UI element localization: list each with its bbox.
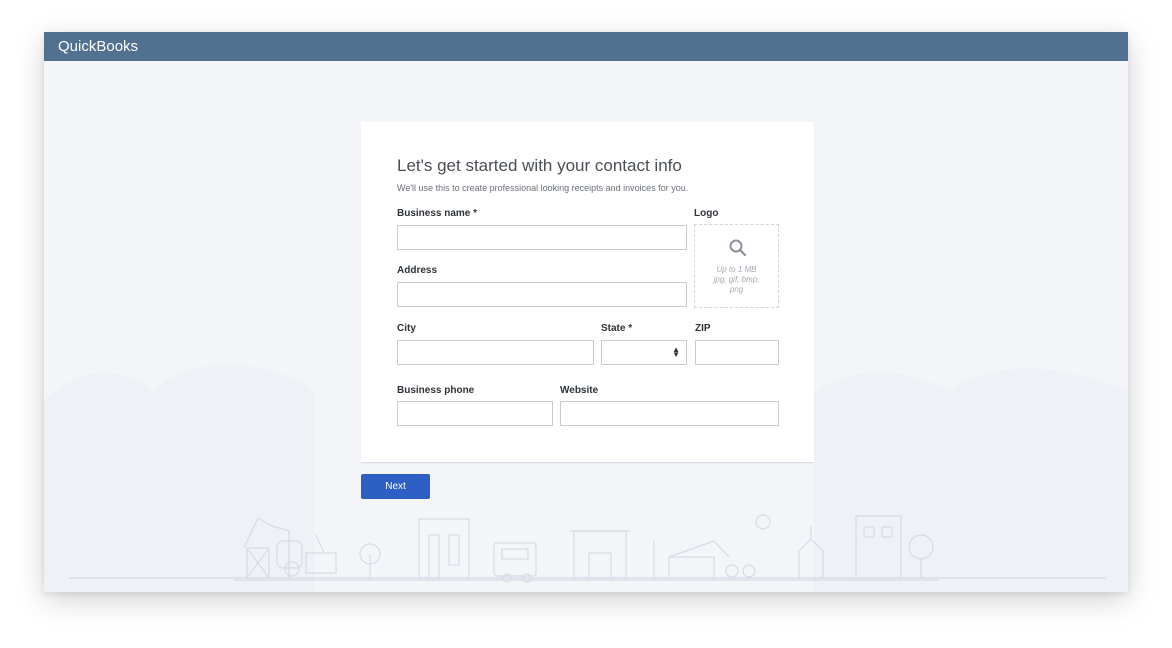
website-input[interactable] [560, 401, 779, 426]
app-title: QuickBooks [58, 38, 139, 55]
next-button[interactable]: Next [361, 474, 430, 499]
logo-hint-formats: jpg, gif, bmp, [713, 275, 760, 284]
business-phone-input[interactable] [397, 401, 553, 426]
zip-label: ZIP [695, 323, 711, 334]
form-title: Let's get started with your contact info [397, 156, 682, 175]
app-window: QuickBooks Let's get started with your c… [44, 32, 1128, 592]
business-phone-label: Business phone [397, 385, 475, 396]
city-label: City [397, 323, 416, 334]
logo-hint-size: Up to 1 MB [716, 265, 757, 274]
select-arrows-icon: ▲ ▼ [672, 345, 680, 359]
business-name-label: Business name * [397, 208, 478, 219]
city-input[interactable] [397, 340, 594, 365]
address-input[interactable] [397, 282, 687, 307]
logo-upload-area[interactable]: Up to 1 MB jpg, gif, bmp, png [694, 224, 779, 308]
search-icon [729, 239, 747, 257]
form-subtitle: We'll use this to create professional lo… [397, 183, 689, 193]
state-select[interactable]: ▲ ▼ [601, 340, 687, 365]
logo-upload-hint: Up to 1 MB jpg, gif, bmp, png [701, 265, 772, 295]
zip-input[interactable] [695, 340, 779, 365]
logo-hint-formats-cont: png [729, 285, 744, 294]
title-bar: QuickBooks [44, 32, 1128, 61]
address-label: Address [397, 265, 438, 276]
logo-label: Logo [694, 208, 719, 219]
website-label: Website [560, 385, 599, 396]
contact-info-card: Let's get started with your contact info… [361, 122, 814, 463]
state-label: State * [601, 323, 633, 334]
business-name-input[interactable] [397, 225, 687, 250]
